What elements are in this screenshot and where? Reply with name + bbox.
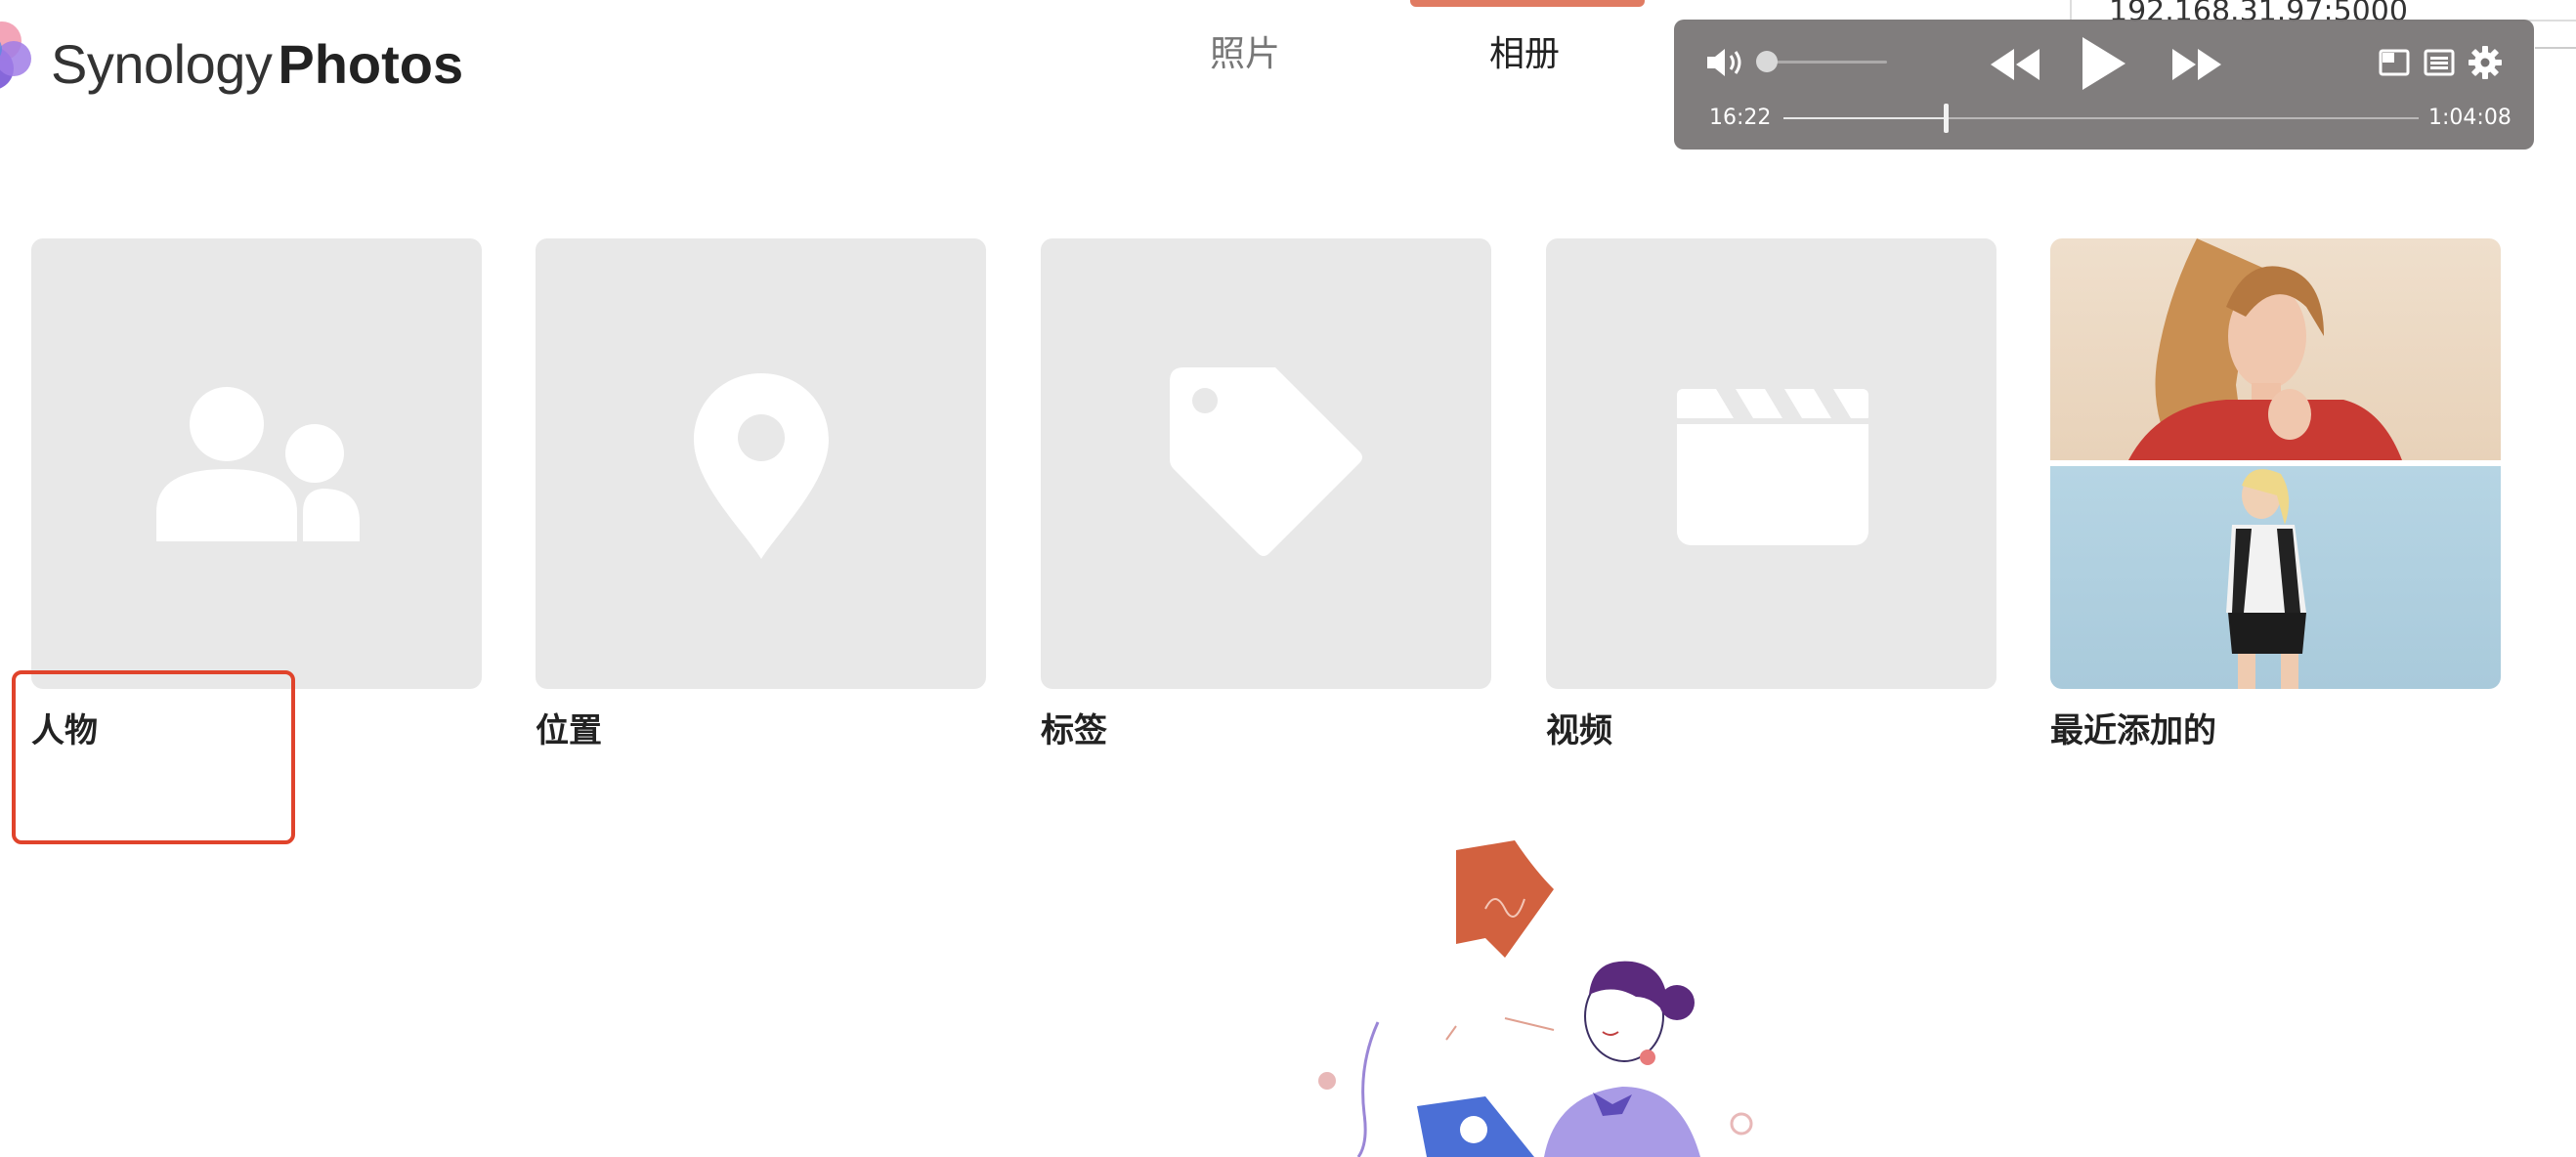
- volume-icon[interactable]: [1703, 45, 1750, 80]
- recent-photo-thumbnail: [2050, 466, 2501, 689]
- location-pin-icon: [694, 373, 829, 559]
- list-icon[interactable]: [2423, 47, 2456, 78]
- album-tile-places[interactable]: [536, 238, 986, 689]
- volume-slider-knob[interactable]: [1756, 51, 1778, 72]
- empty-state-illustration: [1318, 840, 1753, 1157]
- seek-bar-fill: [1783, 117, 1946, 119]
- gear-icon[interactable]: [2468, 45, 2503, 80]
- album-tile-people[interactable]: [31, 238, 482, 689]
- seek-bar[interactable]: [1783, 104, 2419, 133]
- album-tile-tags[interactable]: [1041, 238, 1491, 689]
- portrait-photo-image: [2128, 238, 2402, 460]
- rewind-icon[interactable]: [1987, 45, 2041, 84]
- album-label-tags[interactable]: 标签: [1041, 707, 1107, 754]
- tab-albums[interactable]: 相册: [1489, 27, 1560, 82]
- logo-text-light: Synology: [51, 33, 273, 95]
- tag-icon: [1170, 367, 1362, 556]
- clapperboard-icon: [1677, 389, 1868, 545]
- album-label-recently-added[interactable]: 最近添加的: [2050, 707, 2216, 754]
- fashion-photo-image: [2226, 469, 2306, 689]
- album-label-videos[interactable]: 视频: [1546, 707, 1612, 754]
- media-player-overlay[interactable]: 16:22 1:04:08: [1674, 20, 2534, 150]
- divider: [2535, 47, 2576, 49]
- current-time: 16:22: [1709, 106, 1772, 130]
- selection-highlight-box: [12, 670, 295, 844]
- total-time: 1:04:08: [2428, 106, 2512, 130]
- play-icon[interactable]: [2077, 35, 2129, 92]
- logo-mark-icon: [0, 21, 31, 89]
- recent-photo-thumbnail: [2050, 238, 2501, 460]
- volume-slider-track[interactable]: [1760, 61, 1887, 64]
- people-icon: [156, 387, 360, 541]
- seek-bar-handle[interactable]: [1943, 104, 1949, 133]
- active-tab-indicator: [1410, 0, 1645, 7]
- logo-text: Synology Photos: [51, 23, 463, 106]
- picture-in-picture-icon[interactable]: [2378, 47, 2411, 78]
- album-tile-videos[interactable]: [1546, 238, 1996, 689]
- fast-forward-icon[interactable]: [2170, 45, 2225, 84]
- album-label-places[interactable]: 位置: [536, 707, 602, 754]
- logo-text-bold: Photos: [278, 33, 464, 95]
- tab-photos[interactable]: 照片: [1210, 27, 1280, 82]
- album-tile-recently-added[interactable]: [2050, 238, 2501, 689]
